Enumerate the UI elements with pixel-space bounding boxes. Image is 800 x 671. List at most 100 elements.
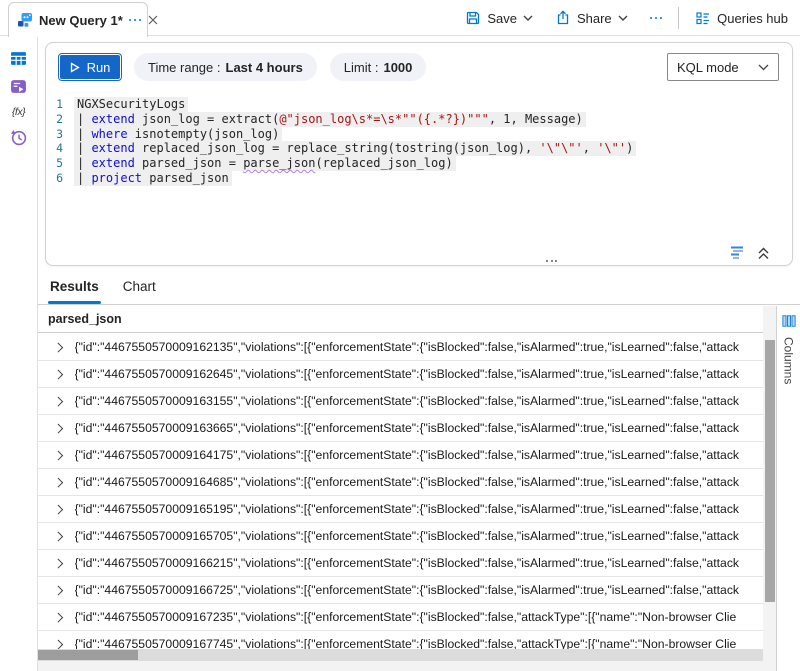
- row-json-text: {"id":"4467550570009167235","violations"…: [75, 610, 737, 624]
- row-json-text: {"id":"4467550570009163665","violations"…: [75, 421, 740, 435]
- row-json-text: {"id":"4467550570009165195","violations"…: [75, 502, 740, 516]
- time-range-value: Last 4 hours: [226, 60, 303, 75]
- history-icon[interactable]: [10, 129, 27, 146]
- share-label: Share: [577, 11, 612, 26]
- tab-new-query[interactable]: New Query 1*: [8, 2, 148, 37]
- row-json-text: {"id":"4467550570009164175","violations"…: [75, 448, 740, 462]
- code-line: 5| extend parsed_json = parse_json(repla…: [46, 156, 792, 171]
- queries-hub-icon: [695, 10, 711, 26]
- row-json-text: {"id":"4467550570009165705","violations"…: [75, 529, 740, 543]
- more-button[interactable]: [644, 13, 669, 24]
- code-text: NGXSecurityLogs: [74, 97, 188, 112]
- vertical-scrollbar[interactable]: [763, 306, 776, 662]
- table-row[interactable]: {"id":"4467550570009163665","violations"…: [38, 415, 763, 442]
- run-button[interactable]: Run: [59, 54, 121, 80]
- column-header-parsed-json[interactable]: parsed_json: [38, 306, 776, 333]
- code-line: 4| extend replaced_json_log = replace_st…: [46, 141, 792, 156]
- table-row[interactable]: {"id":"4467550570009165195","violations"…: [38, 496, 763, 523]
- row-expand-chevron-icon[interactable]: [54, 585, 63, 594]
- row-json-text: {"id":"4467550570009162135","violations"…: [75, 340, 740, 354]
- line-number: 6: [46, 171, 74, 186]
- row-json-text: {"id":"4467550570009162645","violations"…: [75, 367, 740, 381]
- limit-pill[interactable]: Limit : 1000: [330, 53, 427, 81]
- code-text: | extend json_log = extract(@"json_log\s…: [74, 112, 586, 127]
- row-json-text: {"id":"4467550570009163155","violations"…: [75, 394, 740, 408]
- code-line: 1NGXSecurityLogs: [46, 97, 792, 112]
- close-icon[interactable]: [147, 14, 159, 26]
- table-row[interactable]: {"id":"4467550570009164175","violations"…: [38, 442, 763, 469]
- table-row[interactable]: {"id":"4467550570009162135","violations"…: [38, 334, 763, 361]
- connection-rail: {fx}: [0, 37, 38, 671]
- format-lines-icon[interactable]: [730, 245, 745, 260]
- tab-title: New Query 1*: [39, 13, 123, 28]
- sidebar-item-tables[interactable]: [10, 50, 27, 67]
- row-json-text: {"id":"4467550570009166725","violations"…: [75, 583, 740, 597]
- row-expand-chevron-icon[interactable]: [54, 396, 63, 405]
- play-icon: [70, 62, 80, 73]
- share-button[interactable]: Share: [549, 6, 634, 30]
- query-editor[interactable]: 1NGXSecurityLogs2| extend json_log = ext…: [46, 91, 792, 186]
- code-text: | project parsed_json: [74, 171, 232, 186]
- share-icon: [555, 10, 571, 26]
- results-grid: {"id":"4467550570009162135","violations"…: [38, 334, 763, 662]
- chevron-down-icon: [758, 64, 769, 71]
- toolbar-divider: [678, 7, 679, 29]
- row-expand-chevron-icon[interactable]: [54, 450, 63, 459]
- line-number: 1: [46, 97, 74, 112]
- splitter-handle[interactable]: [546, 260, 557, 262]
- tab-chart[interactable]: Chart: [111, 269, 168, 304]
- queries-hub-label: Queries hub: [717, 11, 788, 26]
- tab-more-icon[interactable]: [129, 19, 142, 22]
- tab-results[interactable]: Results: [38, 269, 111, 304]
- line-number: 2: [46, 112, 74, 127]
- more-icon: [650, 17, 663, 20]
- code-text: | extend parsed_json = parse_json(replac…: [74, 156, 456, 171]
- columns-icon: [782, 314, 796, 328]
- row-expand-chevron-icon[interactable]: [54, 504, 63, 513]
- bottom-gutter: [38, 661, 776, 671]
- sidebar-item-queries[interactable]: [10, 78, 27, 95]
- queries-hub-button[interactable]: Queries hub: [689, 6, 794, 30]
- code-line: 2| extend json_log = extract(@"json_log\…: [46, 112, 792, 127]
- table-row[interactable]: {"id":"4467550570009164685","violations"…: [38, 469, 763, 496]
- row-json-text: {"id":"4467550570009166215","violations"…: [75, 556, 740, 570]
- row-expand-chevron-icon[interactable]: [54, 477, 63, 486]
- chevron-down-icon: [618, 15, 628, 21]
- time-range-pill[interactable]: Time range : Last 4 hours: [134, 53, 317, 81]
- table-row[interactable]: {"id":"4467550570009167235","violations"…: [38, 604, 763, 631]
- row-expand-chevron-icon[interactable]: [54, 531, 63, 540]
- run-label: Run: [87, 60, 111, 75]
- horizontal-scrollbar-thumb[interactable]: [38, 650, 138, 660]
- query-toolbar: Run Time range : Last 4 hours Limit : 10…: [46, 43, 792, 91]
- kql-mode-dropdown[interactable]: KQL mode: [667, 53, 779, 81]
- code-text: | extend replaced_json_log = replace_str…: [74, 141, 636, 156]
- functions-icon[interactable]: {fx}: [12, 106, 25, 118]
- row-json-text: {"id":"4467550570009164685","violations"…: [75, 475, 740, 489]
- row-expand-chevron-icon[interactable]: [54, 558, 63, 567]
- save-label: Save: [487, 11, 517, 26]
- columns-label: Columns: [782, 337, 796, 384]
- code-lines: 1NGXSecurityLogs2| extend json_log = ext…: [46, 97, 792, 186]
- limit-value: 1000: [383, 60, 412, 75]
- row-expand-chevron-icon[interactable]: [54, 423, 63, 432]
- collapse-editor-icon[interactable]: [757, 246, 770, 260]
- kql-mode-value: KQL mode: [677, 60, 739, 75]
- table-row[interactable]: {"id":"4467550570009165705","violations"…: [38, 523, 763, 550]
- row-expand-chevron-icon[interactable]: [54, 342, 63, 351]
- horizontal-scrollbar[interactable]: [38, 649, 763, 661]
- save-button[interactable]: Save: [459, 6, 539, 30]
- code-line: 3| where isnotempty(json_log): [46, 127, 792, 142]
- results-tab-strip: Results Chart: [38, 269, 800, 305]
- table-row[interactable]: {"id":"4467550570009163155","violations"…: [38, 388, 763, 415]
- row-expand-chevron-icon[interactable]: [54, 369, 63, 378]
- row-expand-chevron-icon[interactable]: [54, 639, 63, 648]
- row-expand-chevron-icon[interactable]: [54, 612, 63, 621]
- vertical-scrollbar-thumb[interactable]: [765, 340, 775, 602]
- query-panel: Run Time range : Last 4 hours Limit : 10…: [45, 42, 793, 266]
- table-row[interactable]: {"id":"4467550570009166215","violations"…: [38, 550, 763, 577]
- line-number: 4: [46, 141, 74, 156]
- table-row[interactable]: {"id":"4467550570009166725","violations"…: [38, 577, 763, 604]
- table-row[interactable]: {"id":"4467550570009162645","violations"…: [38, 361, 763, 388]
- adx-query-app: Save Share: [0, 0, 800, 671]
- columns-panel-toggle[interactable]: Columns: [776, 306, 800, 671]
